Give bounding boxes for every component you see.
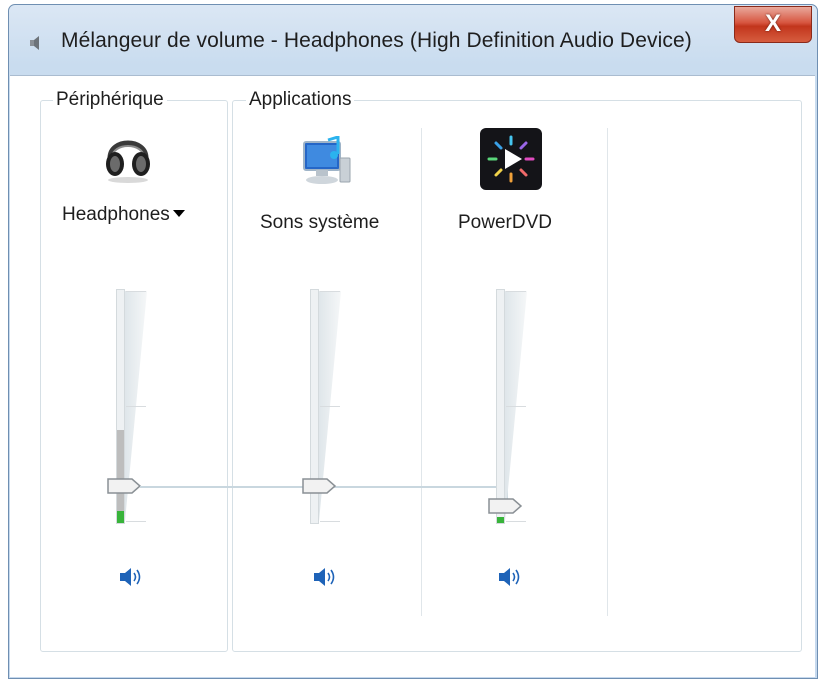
tick-mark bbox=[320, 406, 340, 407]
mute-button[interactable] bbox=[118, 566, 144, 588]
slider-thumb[interactable] bbox=[487, 497, 523, 515]
client-area: Périphérique Applications Headphones Son… bbox=[10, 75, 815, 677]
volume-mixer-window: Mélangeur de volume - Headphones (High D… bbox=[8, 4, 818, 679]
slider-thumb[interactable] bbox=[106, 477, 142, 495]
slider-link-line bbox=[334, 486, 508, 488]
title-bar[interactable]: Mélangeur de volume - Headphones (High D… bbox=[9, 5, 817, 75]
system-sounds-icon[interactable] bbox=[298, 136, 354, 188]
speaker-volume-icon bbox=[120, 568, 141, 586]
channel-name-system-sounds: Sons système bbox=[260, 212, 380, 233]
tick-mark bbox=[126, 291, 146, 292]
tick-mark bbox=[506, 291, 526, 292]
tick-mark bbox=[126, 406, 146, 407]
tick-mark bbox=[506, 521, 526, 522]
device-name: Headphones bbox=[62, 204, 170, 225]
chevron-down-icon bbox=[172, 209, 185, 217]
slider-thumb[interactable] bbox=[301, 477, 337, 495]
speaker-volume-icon bbox=[314, 568, 335, 586]
close-button[interactable]: X bbox=[734, 6, 812, 43]
device-selector[interactable]: Headphones bbox=[62, 204, 185, 226]
peak-meter-green bbox=[117, 511, 124, 523]
mute-button[interactable] bbox=[312, 566, 338, 588]
column-divider bbox=[607, 128, 608, 616]
tick-mark bbox=[126, 521, 146, 522]
powerdvd-icon[interactable] bbox=[480, 128, 542, 190]
device-group-label: Périphérique bbox=[53, 89, 167, 111]
column-divider bbox=[421, 128, 422, 616]
peak-meter bbox=[496, 289, 505, 524]
speaker-volume-icon bbox=[499, 568, 520, 586]
close-icon: X bbox=[764, 10, 781, 37]
slider-link-line bbox=[140, 486, 310, 488]
tick-mark bbox=[320, 291, 340, 292]
peak-meter-green bbox=[497, 517, 504, 523]
mute-button[interactable] bbox=[497, 566, 523, 588]
speaker-icon bbox=[30, 36, 39, 50]
tick-mark bbox=[506, 406, 526, 407]
headphones-icon[interactable] bbox=[102, 128, 154, 184]
applications-group-label: Applications bbox=[246, 89, 355, 111]
tick-mark bbox=[320, 521, 340, 522]
channel-name-powerdvd: PowerDVD bbox=[458, 212, 552, 233]
window-title: Mélangeur de volume - Headphones (High D… bbox=[61, 29, 692, 52]
